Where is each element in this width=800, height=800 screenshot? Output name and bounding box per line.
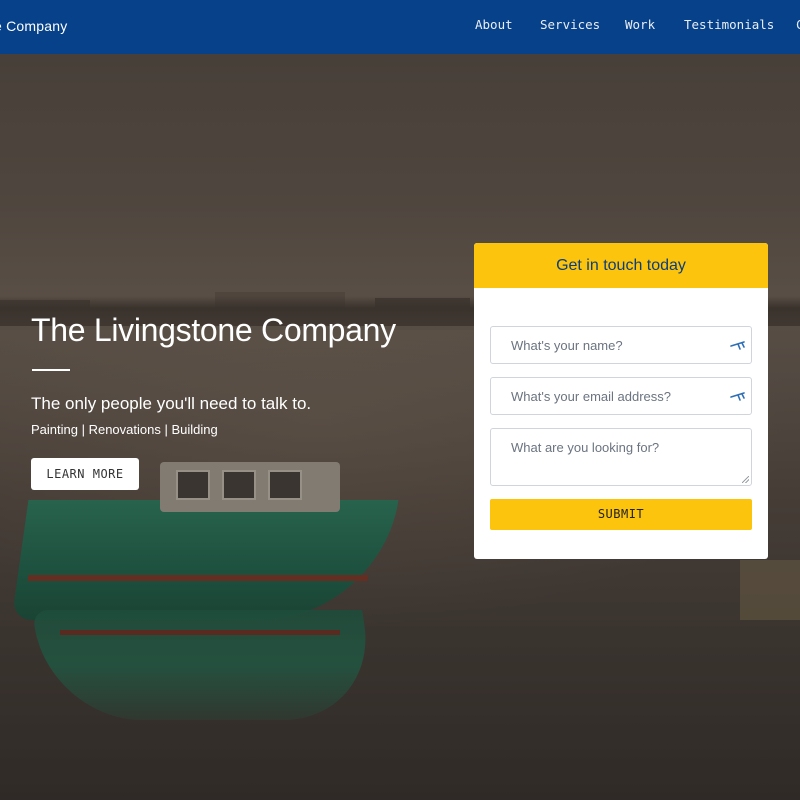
contact-card-heading: Get in touch today [474,243,768,288]
nav-item-testimonials[interactable]: Testimonials [684,17,774,32]
contact-card: Get in touch today What's your name? Wha… [474,243,768,559]
brand-logo-link[interactable]: e Company [0,18,67,34]
autofill-key-icon[interactable] [729,335,747,355]
email-input[interactable]: What's your email address? [490,377,752,415]
nav-item-about[interactable]: About [475,17,513,32]
nav-item-work[interactable]: Work [625,17,655,32]
nav-item-contact[interactable]: C [796,17,800,32]
name-placeholder: What's your name? [511,338,623,353]
email-placeholder: What's your email address? [511,389,671,404]
autofill-key-icon[interactable] [729,386,747,406]
name-input[interactable]: What's your name? [490,326,752,364]
submit-button[interactable]: SUBMIT [490,499,752,530]
hero-tagline: The only people you'll need to talk to. [31,394,312,413]
hero-divider [32,369,70,371]
learn-more-button[interactable]: LEARN MORE [31,458,139,490]
hero-services-list: Painting | Renovations | Building [31,422,218,437]
nav-item-services[interactable]: Services [540,17,600,32]
hero-title: The Livingstone Company [31,312,396,348]
message-textarea[interactable]: What are you looking for? [490,428,752,486]
message-placeholder: What are you looking for? [511,440,660,455]
top-navbar: e Company About Services Work Testimonia… [0,0,800,54]
resize-handle-icon[interactable] [742,476,749,483]
